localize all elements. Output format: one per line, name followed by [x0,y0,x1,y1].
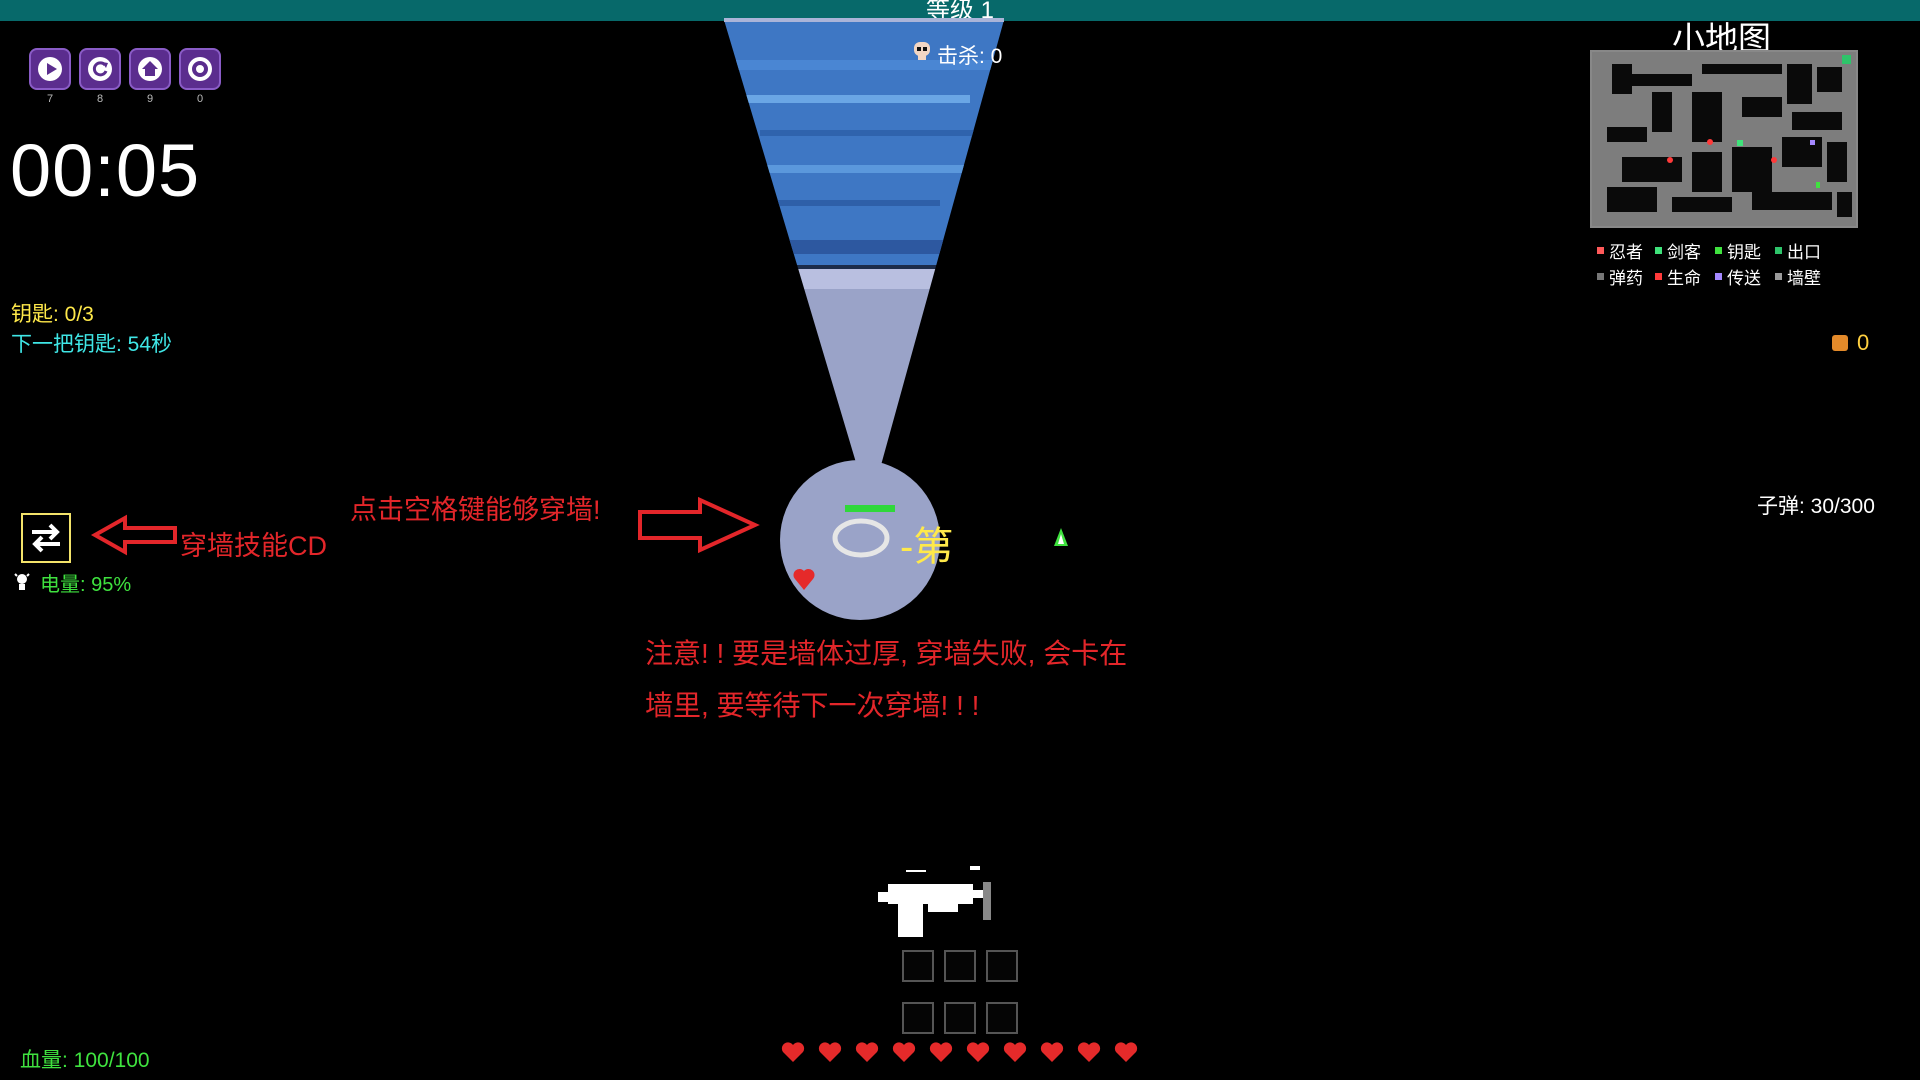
legend-swordsman: 剑客 [1655,238,1701,263]
weapon-gun-icon [878,866,991,937]
inventory-slot-2[interactable] [944,950,976,982]
floor-text: -第 [900,525,953,569]
restart-button[interactable] [79,48,121,90]
play-button[interactable] [29,48,71,90]
coin-icon [1832,335,1848,351]
settings-key-hint: 0 [196,93,204,105]
home-key-hint: 9 [146,93,154,105]
kill-count: 击杀: 0 [937,45,1003,68]
bulb-icon [14,573,30,590]
play-icon [38,57,62,81]
restart-icon [88,57,112,81]
heart-icon [966,1042,990,1062]
legend-key: 钥匙 [1715,238,1761,263]
legend-wall: 墙壁 [1775,264,1821,289]
wall-pass-skill-button[interactable] [21,513,71,563]
settings-button[interactable] [179,48,221,90]
skull-icon [914,42,930,60]
heart-icon [1114,1042,1138,1062]
heart-icon [892,1042,916,1062]
inventory-slot-1[interactable] [902,950,934,982]
restart-key-hint: 8 [96,93,104,105]
heart-icon [1003,1042,1027,1062]
ammo-count: 子弹: 30/300 [1757,495,1875,518]
gear-icon [188,57,212,81]
heart-icon [1040,1042,1064,1062]
legend-teleport: 传送 [1715,264,1761,289]
heart-icon [818,1042,842,1062]
legend-ammo: 弹药 [1597,264,1643,289]
inventory-slot-4[interactable] [902,1002,934,1034]
inventory-slot-5[interactable] [944,1002,976,1034]
inventory-slot-6[interactable] [986,1002,1018,1034]
warning-line-1: 注意! ! 要是墙体过厚, 穿墙失败, 会卡在 [645,638,1128,669]
play-key-hint: 7 [46,93,54,105]
heart-icon [1077,1042,1101,1062]
heart-icon [781,1042,805,1062]
home-button[interactable] [129,48,171,90]
legend-health: 生命 [1655,264,1701,289]
inventory-slot-3[interactable] [986,950,1018,982]
next-key-timer: 下一把钥匙: 54秒 [11,333,173,356]
space-hint: 点击空格键能够穿墙! [350,495,601,525]
swap-arrows-icon [32,523,60,553]
heart-icon [929,1042,953,1062]
warning-line-2: 墙里, 要等待下一次穿墙! ! ! [645,690,980,721]
legend-exit: 出口 [1775,238,1821,263]
minimap [1590,50,1858,228]
keys-count: 钥匙: 0/3 [11,303,94,326]
game-timer: 00:05 [10,129,201,212]
coin-count: 0 [1857,330,1870,355]
legend-ninja: 忍者 [1597,238,1643,263]
skill-cd-label: 穿墙技能CD [180,531,327,561]
health-text: 血量: 100/100 [20,1049,150,1072]
home-icon [138,57,162,81]
enemy-marker-icon [1054,528,1068,546]
energy-level: 电量: 95% [40,574,132,596]
heart-icon [855,1042,879,1062]
